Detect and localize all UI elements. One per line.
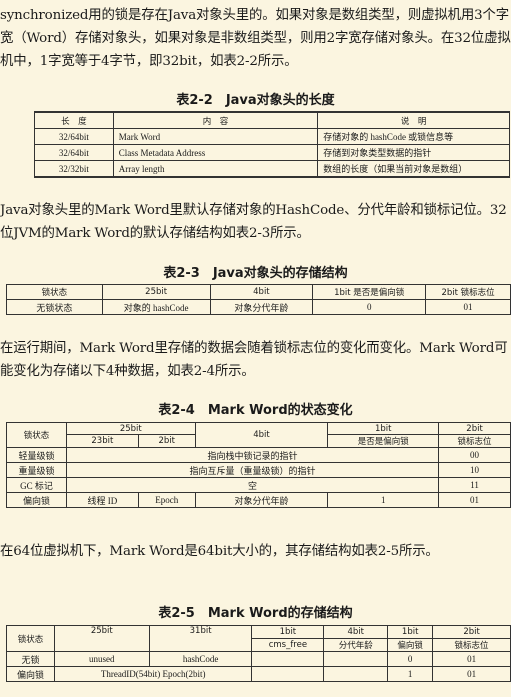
- cell-content: Mark Word: [112, 128, 319, 145]
- cell-lock-state: GC 标记: [6, 477, 67, 493]
- table-row: 偏向锁 ThreadID(54bit) Epoch(2bit) 1 01: [6, 666, 511, 682]
- cell-age: 对象分代年龄: [209, 299, 314, 315]
- header-2bit: 2bit: [432, 625, 511, 639]
- header-25bit: 25bit: [65, 422, 196, 435]
- header-lock-state: 锁状态: [6, 284, 103, 300]
- table-row: 32/32bit Array length 数组的长度（如果当前对象是数组）: [34, 160, 510, 178]
- cell-cms-free: [251, 651, 325, 667]
- cell-cms-free: [251, 666, 325, 682]
- cell-description: 存储对象的 hashCode 或锁信息等: [317, 128, 510, 145]
- cell-flag: 10: [438, 462, 511, 478]
- table-2-5: 锁状态 25bit 31bit 1bit 4bit 1bit 2bit cms_…: [6, 625, 511, 682]
- cell-pointer: 指向栈中锁记录的指针: [65, 447, 440, 463]
- cell-hashcode: hashCode: [148, 651, 253, 667]
- table-2-4-caption: 表2-4 Mark Word的状态变化: [158, 403, 353, 418]
- cell-epoch: Epoch: [137, 492, 196, 508]
- cell-length: 32/64bit: [34, 144, 114, 161]
- cell-description: 数组的长度（如果当前对象是数组）: [317, 160, 510, 178]
- table-header-row: 锁状态 25bit 31bit 1bit 4bit 1bit 2bit: [6, 625, 511, 652]
- cell-content: Array length: [112, 160, 319, 178]
- cell-empty: 空: [65, 477, 440, 493]
- cell-lock-state: 重量级锁: [6, 462, 67, 478]
- header-lock-flag: 锁标志位: [432, 638, 511, 652]
- header-2bit-epoch: 2bit: [137, 434, 196, 448]
- cell-flag: 01: [432, 651, 511, 667]
- cell-biased: 1: [387, 666, 434, 682]
- cell-lock-state: 偏向锁: [6, 666, 55, 682]
- paragraph-runtime-change: 在运行期间，Mark Word里存储的数据会随着锁标志位的变化而变化。Mark …: [0, 341, 508, 379]
- cell-thread-id: 线程 ID: [65, 492, 139, 508]
- header-age: 分代年龄: [323, 638, 389, 652]
- table-header-row: 长 度 内 容 说 明: [34, 111, 510, 129]
- paragraph-mark-word-default: Java对象头里的Mark Word里默认存储对象的HashCode、分代年龄和…: [0, 203, 507, 241]
- table-header-row: 锁状态 25bit 4bit 1bit 是否是偏向锁 2bit 锁标志位: [6, 284, 511, 300]
- cell-biased: 0: [312, 299, 427, 315]
- table-row: 32/64bit Mark Word 存储对象的 hashCode 或锁信息等: [34, 128, 510, 145]
- table-header-row: 锁状态 25bit 4bit 1bit 2bit: [6, 422, 511, 448]
- header-4bit: 4bit: [323, 625, 389, 639]
- document-page: synchronized用的锁是存在Java对象头里的。如果对象是数组类型，则虚…: [0, 0, 511, 697]
- cell-length: 32/32bit: [34, 160, 114, 178]
- table-2-3: 锁状态 25bit 4bit 1bit 是否是偏向锁 2bit 锁标志位 无锁状…: [6, 284, 511, 315]
- header-biased-flag: 是否是偏向锁: [327, 434, 440, 448]
- header-1bit-biased: 1bit: [387, 625, 434, 639]
- header-lock-state: 锁状态: [6, 625, 55, 652]
- cell-hashcode: 对象的 hashCode: [101, 299, 211, 315]
- cell-flag: 00: [438, 447, 511, 463]
- header-lock-flag: 2bit 锁标志位: [425, 284, 511, 300]
- cell-length: 32/64bit: [34, 128, 114, 145]
- table-row: 偏向锁 线程 ID Epoch 对象分代年龄 1 01: [6, 492, 511, 508]
- header-4bit: 4bit: [209, 284, 314, 300]
- header-1bit: 1bit: [327, 422, 440, 435]
- table-2-3-caption: 表2-3 Java对象头的存储结构: [163, 266, 348, 281]
- cell-thread-epoch: ThreadID(54bit) Epoch(2bit): [53, 666, 253, 682]
- table-row: 无锁 unused hashCode 0 01: [6, 651, 511, 667]
- table-row: 重量级锁 指向互斥量（重量级锁）的指针 10: [6, 462, 511, 478]
- cell-biased: 0: [387, 651, 434, 667]
- table-row: 无锁状态 对象的 hashCode 对象分代年龄 0 01: [6, 299, 511, 315]
- header-biased-flag: 1bit 是否是偏向锁: [312, 284, 427, 300]
- table-2-2-caption: 表2-2 Java对象头的长度: [176, 93, 335, 108]
- cell-lock-state: 偏向锁: [6, 492, 67, 508]
- table-row: 轻量级锁 指向栈中锁记录的指针 00: [6, 447, 511, 463]
- header-length: 长 度: [34, 111, 114, 129]
- cell-flag: 01: [438, 492, 511, 508]
- header-23bit: 23bit: [65, 434, 139, 448]
- table-row: GC 标记 空 11: [6, 477, 511, 493]
- table-2-2: 长 度 内 容 说 明 32/64bit Mark Word 存储对象的 has…: [34, 111, 510, 178]
- cell-age: 对象分代年龄: [194, 492, 329, 508]
- cell-lock-state: 轻量级锁: [6, 447, 67, 463]
- paragraph-64bit: 在64位虚拟机下，Mark Word是64bit大小的，其存储结构如表2-5所示…: [0, 544, 439, 559]
- cell-unused: unused: [53, 651, 150, 667]
- table-2-5-caption: 表2-5 Mark Word的存储结构: [158, 606, 353, 621]
- header-4bit: 4bit: [194, 422, 329, 448]
- table-row: 32/64bit Class Metadata Address 存储到对象类型数…: [34, 144, 510, 161]
- cell-age: [323, 651, 389, 667]
- header-lock-state: 锁状态: [6, 422, 67, 448]
- header-content: 内 容: [112, 111, 319, 129]
- cell-flag: 11: [438, 477, 511, 493]
- cell-biased: 1: [327, 492, 440, 508]
- header-biased-flag: 偏向锁: [387, 638, 434, 652]
- header-2bit: 2bit: [438, 422, 511, 435]
- cell-flag: 01: [425, 299, 511, 315]
- header-31bit: 31bit: [148, 625, 253, 652]
- table-2-4: 锁状态 25bit 4bit 1bit 2bit 23bit 2bit 是否是偏…: [6, 422, 511, 508]
- cell-lock-state: 无锁状态: [6, 299, 103, 315]
- header-description: 说 明: [317, 111, 510, 129]
- paragraph-object-header-intro: synchronized用的锁是存在Java对象头里的。如果对象是数组类型，则虚…: [0, 8, 511, 69]
- cell-age: [323, 666, 389, 682]
- cell-pointer: 指向互斥量（重量级锁）的指针: [65, 462, 440, 478]
- cell-flag: 01: [432, 666, 511, 682]
- cell-lock-state: 无锁: [6, 651, 55, 667]
- cell-content: Class Metadata Address: [112, 144, 319, 161]
- header-lock-flag: 锁标志位: [438, 434, 511, 448]
- cell-description: 存储到对象类型数据的指针: [317, 144, 510, 161]
- header-25bit: 25bit: [101, 284, 211, 300]
- header-1bit: 1bit: [251, 625, 325, 639]
- header-25bit: 25bit: [53, 625, 150, 652]
- header-cms-free: cms_free: [251, 638, 325, 652]
